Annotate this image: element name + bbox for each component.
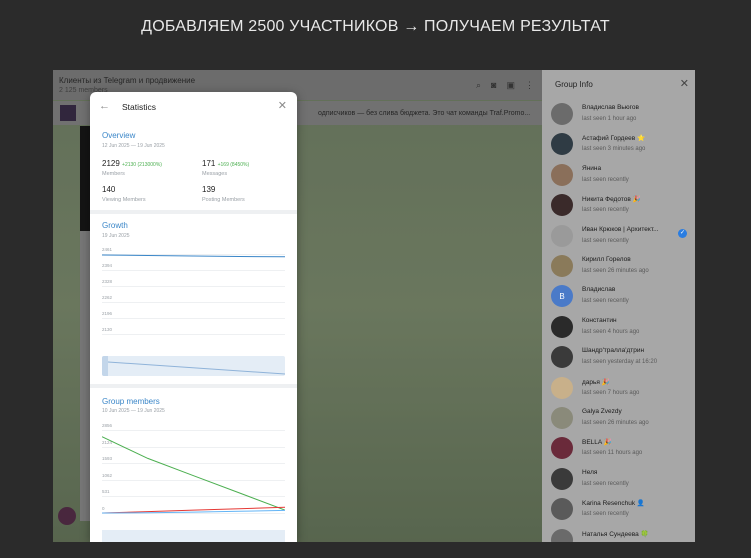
member-status: last seen 11 hours ago: [582, 450, 643, 457]
member-name: Шандр'тралла'дтрин: [582, 347, 645, 355]
messages-stat: 171 +169 (8450%): [202, 159, 249, 168]
growth-date: 19 Jun 2025: [102, 233, 130, 239]
member-status: last seen 4 hours ago: [582, 328, 640, 335]
chat-area: Клиенты из Telegram и продвижение 2 125 …: [53, 70, 542, 542]
member-name: Karina Resenchuk 👤: [582, 500, 646, 508]
avatar: [551, 498, 573, 521]
avatar: [551, 255, 573, 277]
member-name: BELLA 🎉: [582, 439, 612, 447]
member-name: дарья 🎉: [582, 378, 610, 386]
statistics-title: Statistics: [122, 102, 157, 112]
member-row[interactable]: Кирилл Горелов last seen 26 minutes ago: [551, 253, 693, 281]
avatar: [551, 103, 573, 125]
member-row[interactable]: Никита Федотов 🎉 last seen recently: [551, 192, 693, 220]
avatar: [551, 163, 573, 186]
statistics-modal: ← Statistics ✕ Overview 12 Jun 2025 — 19…: [90, 92, 297, 542]
member-row[interactable]: Наталья Сундеева 🍀: [551, 527, 693, 542]
member-status: last seen 1 hour ago: [582, 116, 637, 122]
group-members-chart: [102, 436, 285, 514]
verified-icon: ✓: [678, 228, 687, 238]
member-status: last seen recently: [582, 511, 629, 518]
member-status: last seen recently: [582, 237, 629, 244]
member-status: last seen 26 minutes ago: [582, 420, 649, 426]
member-status: last seen 3 minutes ago: [582, 146, 646, 153]
posting-members-label: Posting Members: [202, 197, 245, 203]
series-line-0: [102, 254, 285, 258]
group-members-range-slider[interactable]: [102, 530, 285, 542]
messages-label: Messages: [202, 171, 228, 177]
member-row[interactable]: Неля last seen recently: [551, 466, 693, 494]
group-members-title: Group members: [102, 397, 160, 406]
avatar: [551, 133, 573, 156]
messages-delta: +169 (8450%): [217, 162, 250, 168]
member-status: last seen recently: [582, 176, 629, 183]
avatar: [551, 437, 573, 460]
member-row[interactable]: Galya Zvezdy last seen 26 minutes ago: [551, 405, 693, 433]
avatar: [551, 346, 573, 369]
growth-title: Growth: [102, 221, 128, 230]
avatar: [551, 376, 573, 399]
group-members-date: 10 Jun 2025 — 19 Jun 2025: [102, 408, 165, 414]
member-name: Владислав: [582, 286, 616, 294]
member-row[interactable]: Астафий Гордеев ⭐ last seen 3 minutes ago: [551, 131, 693, 159]
members-label: Members: [102, 171, 125, 177]
telegram-window: Клиенты из Telegram и продвижение 2 125 …: [53, 70, 695, 542]
member-row[interactable]: Иван Крюков | Архитект... last seen recen…: [551, 223, 693, 251]
avatar: [551, 528, 573, 542]
headline: ДОБАВЛЯЕМ 2500 УЧАСТНИКОВ → ПОЛУЧАЕМ РЕЗ…: [141, 18, 610, 35]
messages-value: 171: [202, 159, 216, 168]
members-delta: +2130 (213000%): [122, 162, 162, 168]
member-name: Неля: [582, 468, 598, 476]
member-status: last seen recently: [582, 298, 629, 305]
avatar: В: [551, 285, 573, 308]
avatar: [551, 467, 573, 490]
posting-members-value: 139: [202, 185, 216, 194]
member-row[interactable]: Владислав Вьюгов last seen 1 hour ago: [551, 101, 693, 129]
member-name: Янина: [582, 164, 602, 172]
member-name: Наталья Сундеева 🍀: [582, 530, 649, 538]
members-value: 2129: [102, 159, 120, 168]
close-icon[interactable]: ✕: [278, 99, 287, 112]
member-row[interactable]: Янина last seen recently: [551, 162, 693, 190]
members-stat: 2129 +2130 (213000%): [102, 159, 162, 168]
avatar: [551, 315, 573, 338]
member-status: last seen 26 minutes ago: [582, 268, 649, 274]
growth-range-slider[interactable]: [102, 356, 285, 376]
member-row[interactable]: Karina Resenchuk 👤 last seen recently: [551, 496, 693, 524]
avatar: [551, 224, 573, 247]
member-row[interactable]: дарья 🎉 last seen 7 hours ago: [551, 375, 693, 403]
group-info-panel: Group Info ✕ Владислав Вьюгов last seen 1…: [542, 70, 695, 542]
viewing-members-value: 140: [102, 185, 116, 194]
section-divider: [90, 384, 297, 388]
viewing-members-label: Viewing Members: [102, 197, 146, 203]
member-name: Кирилл Горелов: [582, 256, 631, 263]
member-status: last seen yesterday at 16:20: [582, 359, 658, 366]
member-name: Иван Крюков | Архитект...: [582, 225, 659, 233]
member-row[interactable]: Шандр'тралла'дтрин last seen yesterday at…: [551, 344, 693, 372]
overview-date: 12 Jun 2025 — 19 Jun 2025: [102, 143, 165, 149]
member-name: Константин: [582, 316, 617, 324]
member-status: last seen 7 hours ago: [582, 389, 640, 396]
close-icon[interactable]: ✕: [680, 77, 689, 90]
member-name: Владислав Вьюгов: [582, 104, 639, 111]
member-name: Никита Федотов 🎉: [582, 196, 641, 204]
growth-chart: [102, 254, 285, 258]
member-status: last seen recently: [582, 480, 629, 487]
section-divider: [90, 210, 297, 214]
avatar: [551, 194, 573, 217]
member-row[interactable]: Константин last seen 4 hours ago: [551, 314, 693, 342]
statistics-header: ← Statistics ✕: [90, 92, 297, 122]
member-row[interactable]: В Владислав last seen recently: [551, 283, 693, 311]
member-name: Астафий Гордеев ⭐: [582, 135, 646, 143]
member-row[interactable]: BELLA 🎉 last seen 11 hours ago: [551, 435, 693, 463]
member-name: Galya Zvezdy: [582, 408, 622, 415]
overview-title: Overview: [102, 131, 136, 140]
group-info-title: Group Info: [555, 80, 593, 89]
avatar: [551, 407, 573, 429]
member-status: last seen recently: [582, 207, 629, 214]
series-line-0: [102, 436, 285, 511]
back-arrow-icon[interactable]: ←: [99, 100, 110, 112]
